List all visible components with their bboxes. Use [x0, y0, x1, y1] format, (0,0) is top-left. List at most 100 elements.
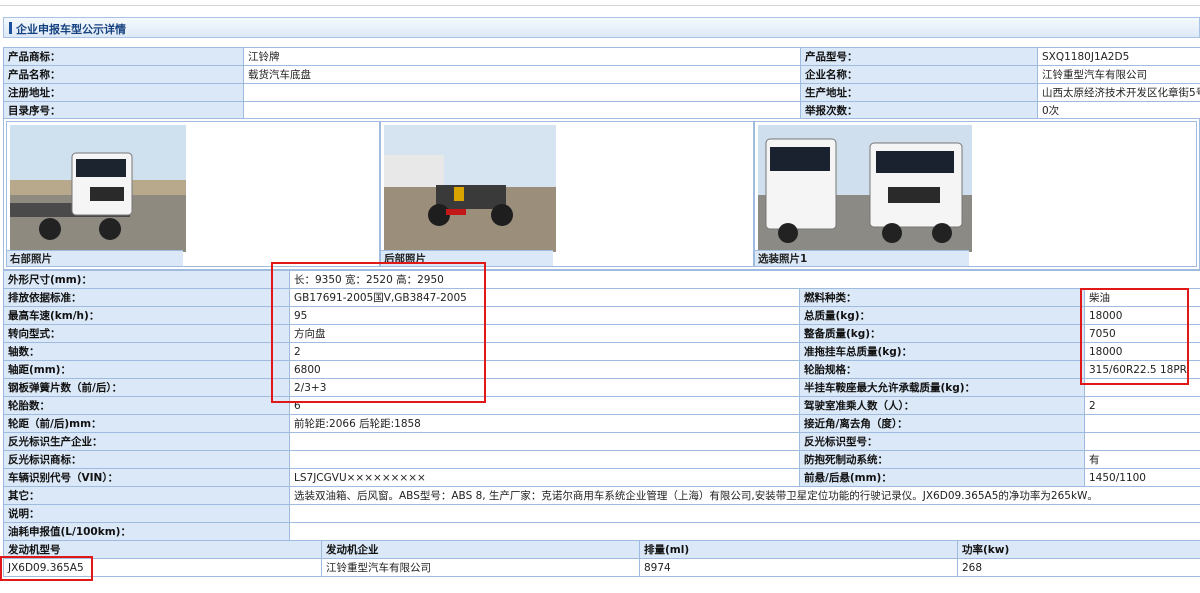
- reflector-brand-value: [289, 450, 800, 469]
- reg-address-value: [243, 83, 801, 102]
- reflector-brand-label: 反光标识商标：: [3, 450, 290, 469]
- optional-photo-caption: 选装照片1: [755, 250, 969, 266]
- table-row: 最高车速(km/h)： 95 总质量(kg)： 18000: [3, 306, 1200, 325]
- table-row: 排放依据标准： GB17691-2005国Ⅴ,GB3847-2005 燃料种类：…: [3, 288, 1200, 307]
- optional-photo[interactable]: [758, 125, 972, 252]
- table-row: 注册地址： 生产地址： 山西太原经济技术开发区化章街5号: [3, 83, 1200, 102]
- reflector-maker-label: 反光标识生产企业：: [3, 432, 290, 451]
- highlight-box-engine-model: [0, 556, 93, 581]
- tire-spec-label: 轮胎规格：: [799, 360, 1085, 379]
- approach-angle-value: [1083, 414, 1200, 433]
- table-row: 说明：: [3, 504, 1200, 523]
- displacement-value: 8974: [639, 558, 958, 577]
- tire-count-label: 轮胎数：: [3, 396, 290, 415]
- steering-label: 转向型式：: [3, 324, 290, 343]
- photo-strip: 右部照片 后部照片 选装照片1: [3, 118, 1200, 270]
- power-value: 268: [957, 558, 1200, 577]
- section-header: 企业申报车型公示详情: [3, 17, 1200, 38]
- top-divider: [0, 5, 1200, 6]
- table-row: 反光标识商标： 防抱死制动系统： 有: [3, 450, 1200, 469]
- table-row: JX6D09.365A5 江铃重型汽车有限公司 8974 268: [3, 558, 1200, 577]
- overhang-label: 前悬/后悬(mm)：: [799, 468, 1085, 487]
- engine-maker-header: 发动机企业: [321, 540, 640, 559]
- trademark-value: 江铃牌: [243, 47, 801, 66]
- fuel-type-label: 燃料种类：: [799, 288, 1085, 307]
- displacement-header: 排量(ml): [639, 540, 958, 559]
- engine-table: 发动机型号 发动机企业 排量(ml) 功率(kw) JX6D09.365A5 江…: [3, 540, 1200, 577]
- photo-cell-rear: 后部照片: [380, 121, 754, 267]
- catalog-no-label: 目录序号：: [3, 101, 244, 120]
- note-label: 说明：: [3, 504, 290, 523]
- table-row: 轴距(mm)： 6800 轮胎规格： 315/60R22.5 18PR: [3, 360, 1200, 379]
- reg-address-label: 注册地址：: [3, 83, 244, 102]
- emission-label: 排放依据标准：: [3, 288, 290, 307]
- abs-value: 有: [1083, 450, 1200, 469]
- track-label: 轮距（前/后)mm：: [3, 414, 290, 433]
- power-header: 功率(kw): [957, 540, 1200, 559]
- company-value: 江铃重型汽车有限公司: [1037, 65, 1200, 84]
- engine-maker-value: 江铃重型汽车有限公司: [321, 558, 640, 577]
- right-side-photo[interactable]: [10, 125, 186, 252]
- trailer-mass-label: 准拖挂车总质量(kg)：: [799, 342, 1085, 361]
- dimension-label: 外形尺寸(mm)：: [3, 270, 290, 289]
- cab-seats-value: 2: [1083, 396, 1200, 415]
- specs-table: 外形尺寸(mm)： 长：9350 宽：2520 高：2950 排放依据标准： G…: [3, 270, 1200, 541]
- product-name-label: 产品名称：: [3, 65, 244, 84]
- table-row: 轮距（前/后)mm： 前轮距:2066 后轮距:1858 接近角/离去角（度）：: [3, 414, 1200, 433]
- rear-photo[interactable]: [384, 125, 556, 252]
- max-speed-label: 最高车速(km/h)：: [3, 306, 290, 325]
- table-row: 轮胎数： 6 驾驶室准乘人数（人）： 2: [3, 396, 1200, 415]
- prod-address-value: 山西太原经济技术开发区化章街5号: [1037, 83, 1200, 102]
- overhang-value: 1450/1100: [1083, 468, 1200, 487]
- catalog-no-value: [243, 101, 801, 120]
- header-marker: [9, 22, 12, 34]
- fuel-consumption-value: [288, 522, 1200, 541]
- curb-mass-label: 整备质量(kg)：: [799, 324, 1085, 343]
- highlight-box-specs: [271, 262, 486, 403]
- vin-label: 车辆识别代号（VIN）：: [3, 468, 290, 487]
- table-row: 产品名称： 载货汽车底盘 企业名称： 江铃重型汽车有限公司: [3, 65, 1200, 84]
- trademark-label: 产品商标：: [3, 47, 244, 66]
- table-row: 轴数： 2 准拖挂车总质量(kg)： 18000: [3, 342, 1200, 361]
- table-row: 目录序号： 举报次数： 0次: [3, 101, 1200, 120]
- axles-label: 轴数：: [3, 342, 290, 361]
- fuel-consumption-label: 油耗申报值(L/100km)：: [3, 522, 290, 541]
- product-name-value: 载货汽车底盘: [243, 65, 801, 84]
- table-row: 钢板弹簧片数（前/后）： 2/3+3 半挂车鞍座最大允许承载质量(kg)：: [3, 378, 1200, 397]
- photo-cell-right: 右部照片: [6, 121, 380, 267]
- table-row: 其它： 选装双油箱、后风窗。ABS型号：ABS 8, 生产厂家：克诺尔商用车系统…: [3, 486, 1200, 505]
- vin-value: LS7JCGVU×××××××××: [289, 468, 800, 487]
- company-label: 企业名称：: [800, 65, 1038, 84]
- table-row: 产品商标： 江铃牌 产品型号： SXQ1180J1A2D5: [3, 47, 1200, 66]
- reflector-maker-value: [289, 432, 800, 451]
- table-row: 转向型式： 方向盘 整备质量(kg)： 7050: [3, 324, 1200, 343]
- abs-label: 防抱死制动系统：: [799, 450, 1085, 469]
- page-title: 企业申报车型公示详情: [16, 23, 126, 36]
- table-row: 油耗申报值(L/100km)：: [3, 522, 1200, 541]
- table-row: 外形尺寸(mm)： 长：9350 宽：2520 高：2950: [3, 270, 1200, 289]
- right-photo-caption: 右部照片: [7, 250, 183, 266]
- highlight-box-fuel-tire: [1080, 288, 1189, 385]
- leaf-spring-label: 钢板弹簧片数（前/后）：: [3, 378, 290, 397]
- prod-address-label: 生产地址：: [800, 83, 1038, 102]
- report-count-value: 0次: [1037, 101, 1200, 120]
- reflector-model-value: [1083, 432, 1200, 451]
- report-count-label: 举报次数：: [800, 101, 1038, 120]
- cab-seats-label: 驾驶室准乘人数（人）：: [799, 396, 1085, 415]
- table-header-row: 发动机型号 发动机企业 排量(ml) 功率(kw): [3, 540, 1200, 559]
- model-value: SXQ1180J1A2D5: [1037, 47, 1200, 66]
- table-row: 车辆识别代号（VIN）： LS7JCGVU××××××××× 前悬/后悬(mm)…: [3, 468, 1200, 487]
- track-value: 前轮距:2066 后轮距:1858: [289, 414, 800, 433]
- note-value: [288, 504, 1200, 523]
- photo-cell-optional: 选装照片1: [754, 121, 1197, 267]
- reflector-model-label: 反光标识型号：: [799, 432, 1085, 451]
- saddle-load-label: 半挂车鞍座最大允许承载质量(kg)：: [799, 378, 1085, 397]
- approach-angle-label: 接近角/离去角（度）：: [799, 414, 1085, 433]
- basic-info-table: 产品商标： 江铃牌 产品型号： SXQ1180J1A2D5 产品名称： 载货汽车…: [3, 47, 1200, 120]
- other-value: 选装双油箱、后风窗。ABS型号：ABS 8, 生产厂家：克诺尔商用车系统企业管理…: [288, 486, 1200, 505]
- gross-mass-label: 总质量(kg)：: [799, 306, 1085, 325]
- other-label: 其它：: [3, 486, 290, 505]
- wheelbase-label: 轴距(mm)：: [3, 360, 290, 379]
- model-label: 产品型号：: [800, 47, 1038, 66]
- table-row: 反光标识生产企业： 反光标识型号：: [3, 432, 1200, 451]
